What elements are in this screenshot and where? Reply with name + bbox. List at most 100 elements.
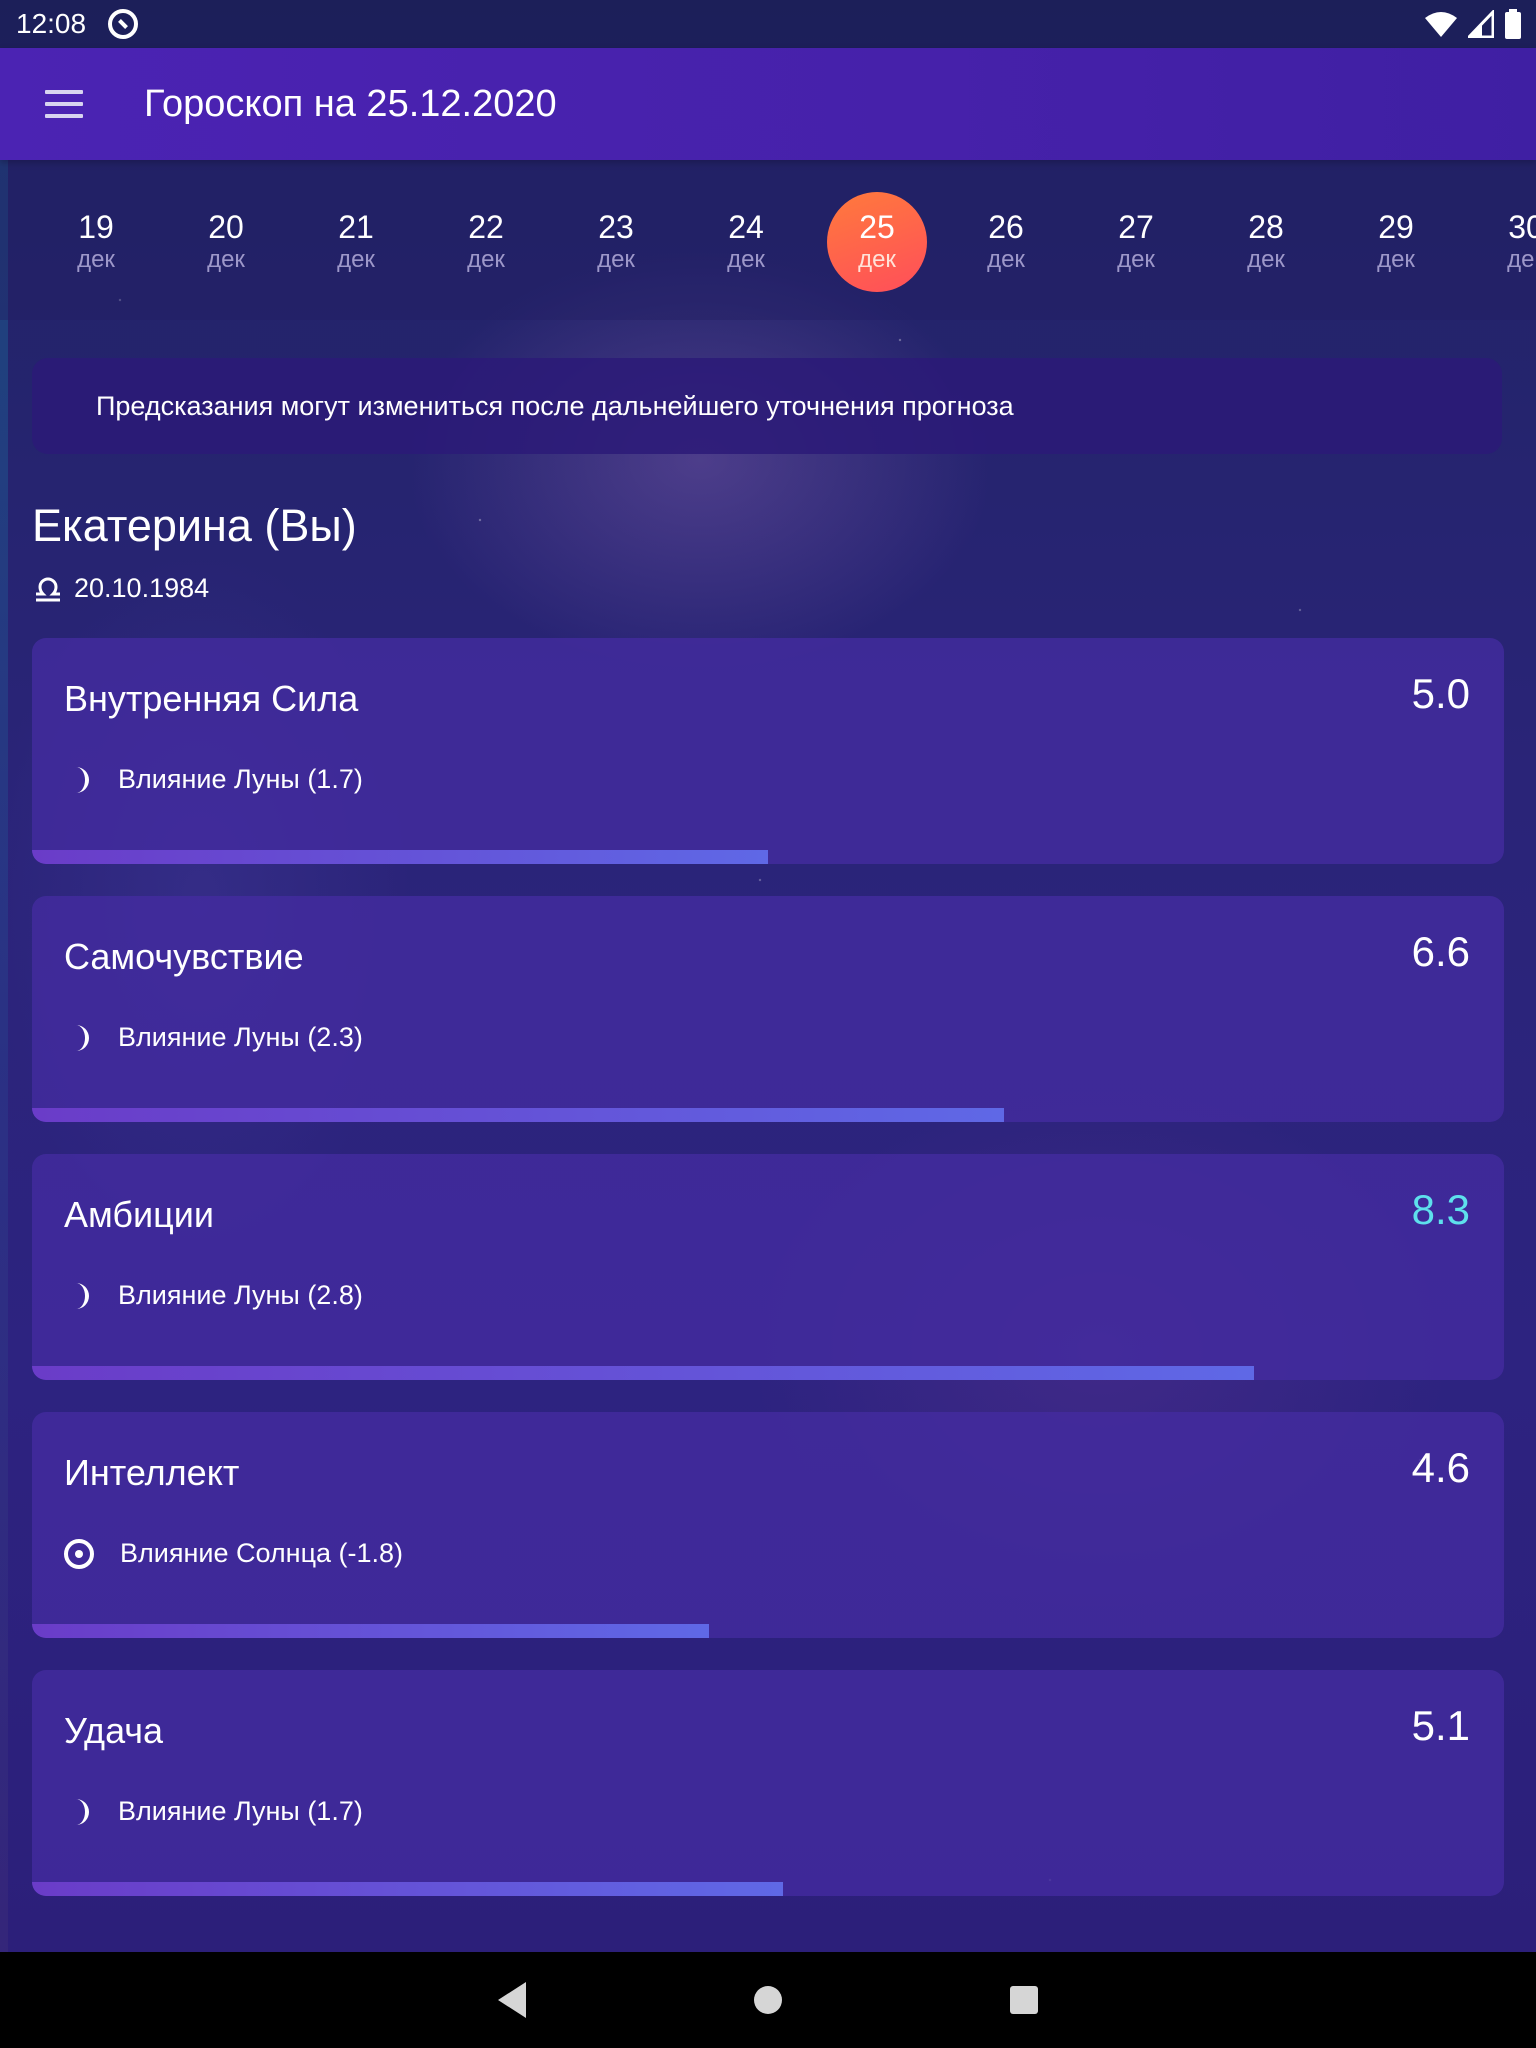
date-item-29[interactable]: 29 дек: [1346, 192, 1446, 292]
date-item-19[interactable]: 19 дек: [46, 192, 146, 292]
date-day: 20: [208, 209, 244, 245]
date-month: дек: [597, 246, 635, 273]
birth-row: 20.10.1984: [32, 572, 209, 604]
progress-fill: [32, 1882, 783, 1896]
date-item-21[interactable]: 21 дек: [306, 192, 406, 292]
date-item-27[interactable]: 27 дек: [1086, 192, 1186, 292]
forecast-card-ambitions[interactable]: Амбиции 8.3 Влияние Луны (2.8): [32, 1154, 1504, 1380]
card-title: Самочувствие: [64, 936, 304, 977]
menu-button[interactable]: [32, 72, 96, 136]
progress-bar: [32, 1882, 1504, 1896]
card-score: 6.6: [1411, 928, 1470, 975]
date-day: 29: [1378, 209, 1414, 245]
influence-text: Влияние Луны (2.3): [118, 1022, 363, 1052]
card-score: 8.3: [1411, 1186, 1470, 1233]
status-bar: 12:08: [0, 0, 1536, 48]
date-strip[interactable]: 19 дек 20 дек 21 дек 22 дек 23 дек 24 де…: [0, 160, 1536, 320]
progress-fill: [32, 1108, 1004, 1122]
card-title: Амбиции: [64, 1194, 214, 1235]
progress-bar: [32, 1366, 1504, 1380]
progress-bar: [32, 850, 1504, 864]
date-day: 23: [598, 209, 634, 245]
date-day: 26: [988, 209, 1024, 245]
date-month: дек: [727, 246, 765, 273]
date-item-25-selected[interactable]: 25 дек: [827, 192, 927, 292]
date-day: 27: [1118, 209, 1154, 245]
date-day: 24: [728, 209, 764, 245]
menu-icon-line: [45, 114, 83, 118]
date-item-30[interactable]: 30 дек: [1476, 192, 1536, 292]
progress-bar: [32, 1108, 1504, 1122]
date-item-24[interactable]: 24 дек: [696, 192, 796, 292]
influence-text: Влияние Луны (2.8): [118, 1280, 363, 1310]
date-item-22[interactable]: 22 дек: [436, 192, 536, 292]
battery-icon: [1505, 9, 1521, 39]
influence-row: Влияние Луны (2.3): [64, 1022, 363, 1053]
influence-row: Влияние Солнца (-1.8): [64, 1538, 403, 1569]
home-icon[interactable]: [754, 1986, 782, 2014]
date-day: 30: [1508, 209, 1536, 245]
date-month: дек: [1377, 246, 1415, 273]
date-month: дек: [987, 246, 1025, 273]
influence-row: Влияние Луны (2.8): [64, 1280, 363, 1311]
date-day: 25: [859, 209, 895, 245]
notice-text: Предсказания могут измениться после даль…: [96, 390, 1014, 421]
progress-fill: [32, 850, 768, 864]
card-score: 4.6: [1411, 1444, 1470, 1491]
date-month: дек: [1117, 246, 1155, 273]
status-right: [1424, 9, 1522, 39]
status-left: 12:08: [16, 8, 139, 40]
date-item-20[interactable]: 20 дек: [176, 192, 276, 292]
forecast-card-wellbeing[interactable]: Самочувствие 6.6 Влияние Луны (2.3): [32, 896, 1504, 1122]
forecast-notice: Предсказания могут измениться после даль…: [32, 358, 1502, 454]
app-bar: Гороскоп на 25.12.2020: [0, 48, 1536, 160]
date-month: дек: [77, 246, 115, 273]
date-month: дек: [1507, 246, 1536, 273]
back-icon[interactable]: [496, 1980, 528, 2020]
card-title: Внутренняя Сила: [64, 678, 359, 719]
card-score: 5.0: [1411, 670, 1470, 717]
date-day: 19: [78, 209, 114, 245]
date-day: 28: [1248, 209, 1284, 245]
system-nav-bar: [0, 1952, 1536, 2048]
date-month: дек: [337, 246, 375, 273]
moon-icon: [76, 1798, 89, 1825]
influence-row: Влияние Луны (1.7): [64, 1796, 363, 1827]
progress-fill: [32, 1366, 1254, 1380]
influence-text: Влияние Солнца (-1.8): [120, 1538, 404, 1568]
menu-icon-line: [45, 90, 83, 94]
influence-text: Влияние Луны (1.7): [118, 1796, 363, 1826]
date-month: дек: [858, 246, 896, 273]
progress-fill: [32, 1624, 710, 1638]
influence-text: Влияние Луны (1.7): [118, 764, 363, 794]
influence-row: Влияние Луны (1.7): [64, 764, 363, 795]
recent-apps-icon[interactable]: [1010, 1986, 1038, 2014]
libra-icon: [36, 577, 60, 602]
card-title: Удача: [64, 1710, 164, 1751]
date-item-23[interactable]: 23 дек: [566, 192, 666, 292]
date-month: дек: [207, 246, 245, 273]
moon-icon: [76, 1024, 89, 1051]
moon-icon: [76, 1282, 89, 1309]
card-title: Интеллект: [64, 1452, 240, 1493]
signal-icon: [1468, 10, 1494, 38]
date-month: дек: [467, 246, 505, 273]
birth-date: 20.10.1984: [74, 572, 210, 603]
page-title: Гороскоп на 25.12.2020: [144, 82, 557, 125]
forecast-card-inner-strength[interactable]: Внутренняя Сила 5.0 Влияние Луны (1.7): [32, 638, 1504, 864]
progress-bar: [32, 1624, 1504, 1638]
forecast-card-intellect[interactable]: Интеллект 4.6 Влияние Солнца (-1.8): [32, 1412, 1504, 1638]
moon-icon: [76, 766, 89, 793]
background-edge: [0, 160, 8, 1952]
card-score: 5.1: [1411, 1702, 1470, 1749]
sync-icon: [108, 9, 139, 39]
date-item-28[interactable]: 28 дек: [1216, 192, 1316, 292]
menu-icon-line: [45, 102, 83, 106]
user-name: Екатерина (Вы): [32, 500, 357, 551]
date-day: 21: [338, 209, 374, 245]
date-month: дек: [1247, 246, 1285, 273]
forecast-card-luck[interactable]: Удача 5.1 Влияние Луны (1.7): [32, 1670, 1504, 1896]
status-time: 12:08: [16, 8, 87, 39]
wifi-icon: [1425, 12, 1457, 37]
date-item-26[interactable]: 26 дек: [956, 192, 1056, 292]
